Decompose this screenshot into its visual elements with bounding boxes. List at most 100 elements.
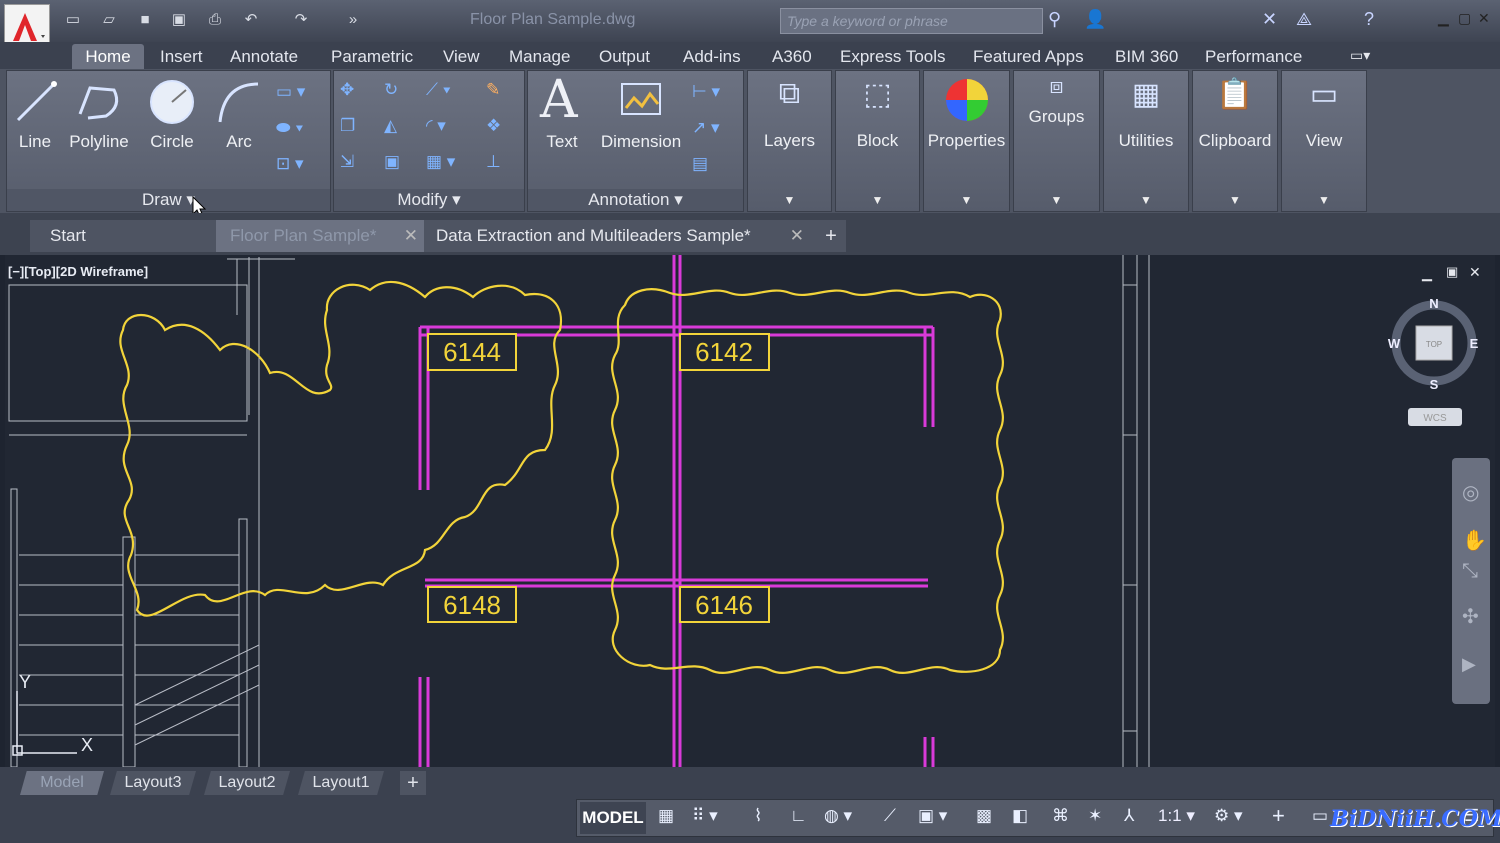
grid-icon[interactable]: ▦ [658,806,674,826]
clipboard-panel[interactable]: 📋 Clipboard ▼ [1192,70,1278,212]
line-button[interactable]: Line [10,132,60,152]
room-number-6148[interactable]: 6148 [443,590,501,620]
compass-east[interactable]: E [1470,336,1479,351]
linear-dim-icon[interactable]: ⊢ ▾ [692,82,720,102]
open-icon[interactable]: ▱ [98,10,120,30]
line-icon[interactable] [12,76,60,126]
tab-home[interactable]: Home [72,44,144,70]
object-snap-icon[interactable]: ▣ ▾ [918,806,947,826]
viewport-close-icon[interactable]: ✕ [1469,264,1481,281]
table-icon[interactable]: ▤ [692,154,708,174]
save-as-icon[interactable]: ▣ [168,10,190,30]
pan-icon[interactable]: ✋ [1462,528,1487,553]
tab-floor-plan-sample[interactable]: Floor Plan Sample* ✕ [216,220,430,252]
undo-icon[interactable]: ↶ [240,10,262,30]
block-panel[interactable]: ⬚ Block ▼ [835,70,920,212]
print-icon[interactable]: ⎙ [204,10,226,30]
compass-north[interactable]: N [1429,296,1438,311]
compass-south[interactable]: S [1430,377,1439,392]
compass-west[interactable]: W [1388,336,1401,351]
room-number-6144[interactable]: 6144 [443,337,501,367]
model-space-button[interactable]: MODEL [580,802,646,834]
tab-layout2[interactable]: Layout2 [204,771,290,795]
viewport-minimize-icon[interactable]: ▁ [1422,266,1432,282]
offset-icon[interactable]: ⊥ [486,152,501,172]
properties-panel[interactable]: Properties ▼ [923,70,1010,212]
explode-icon[interactable]: ❖ [486,116,501,136]
circle-button[interactable]: Circle [146,132,198,152]
groups-panel[interactable]: ⧈ Groups ▼ [1013,70,1100,212]
tab-layout1[interactable]: Layout1 [298,771,384,795]
save-icon[interactable]: ■ [134,10,156,30]
user-icon[interactable]: 👤 [1084,9,1106,30]
restore-icon[interactable]: ▢ [1458,10,1471,27]
tab-parametric[interactable]: Parametric [331,46,413,68]
tab-featured-apps[interactable]: Featured Apps [973,46,1084,68]
chevron-down-icon[interactable]: ▼ [924,193,1009,207]
rectangle-icon[interactable]: ▭ ▾ [276,82,305,102]
polyline-icon[interactable] [74,80,124,124]
steering-wheel-icon[interactable]: ◎ [1462,480,1479,505]
isolate-objects-icon[interactable]: ▭ [1312,806,1328,826]
utilities-panel[interactable]: ▦ Utilities ▼ [1103,70,1189,212]
hatch-icon[interactable]: ⬬ ▾ [276,118,304,138]
isodraft-icon[interactable]: ⟋ [884,806,896,826]
tab-layout3[interactable]: Layout3 [110,771,196,795]
lineweight-icon[interactable]: ▩ [976,806,992,826]
chevron-down-icon[interactable]: ▼ [748,193,831,207]
close-icon[interactable]: ✕ [790,220,804,252]
tab-annotate[interactable]: Annotate [230,46,298,68]
chevron-down-icon[interactable]: ▼ [1282,193,1366,207]
chevron-down-icon[interactable]: ▼ [836,193,919,207]
close-icon[interactable]: ✕ [404,220,418,252]
trim-icon[interactable]: ⟋ ▾ [426,80,451,100]
tab-express-tools[interactable]: Express Tools [840,46,946,68]
ortho-icon[interactable]: ∟ [790,806,807,826]
redo-icon[interactable]: ↷ [290,10,312,30]
tab-start[interactable]: Start [30,220,240,252]
ribbon-options-icon[interactable]: ▭▾ [1350,47,1370,64]
tab-data-extraction[interactable]: Data Extraction and Multileaders Sample*… [424,220,816,252]
showmotion-icon[interactable]: ▶ [1462,654,1476,675]
annotation-scale-dropdown[interactable]: 1:1 ▾ [1158,806,1195,826]
new-icon[interactable]: ▭ [62,10,84,30]
tab-view[interactable]: View [443,46,480,68]
selection-cycling-icon[interactable]: ⌘ [1052,806,1069,826]
text-icon[interactable]: A [540,70,578,130]
transparency-icon[interactable]: ◧ [1012,806,1028,826]
arc-icon[interactable] [214,78,264,126]
annotation-monitor-icon[interactable]: + [1272,803,1285,829]
chevron-down-icon[interactable]: ▼ [1104,193,1188,207]
more-icon[interactable]: » [342,10,364,30]
chevron-down-icon[interactable]: ▼ [1193,193,1277,207]
text-button[interactable]: Text [538,132,586,152]
annotation-panel-title[interactable]: Annotation ▾ [528,189,743,211]
binoculars-icon[interactable]: ⚲ [1048,9,1061,30]
new-layout-button[interactable]: + [400,771,426,795]
tab-a360[interactable]: A360 [772,46,812,68]
workspace-gear-icon[interactable]: ⚙ ▾ [1214,806,1243,826]
layers-panel[interactable]: ⧉ Layers ▼ [747,70,832,212]
viewcube[interactable]: TOP N S E W WCS [1380,290,1488,430]
exchange-icon[interactable]: ✕ [1262,9,1277,30]
infer-constraints-icon[interactable]: ⌇ [754,806,762,826]
leader-icon[interactable]: ↗ ▾ [692,118,720,138]
close-icon[interactable]: ✕ [1478,10,1490,27]
move-icon[interactable]: ✥ [340,80,354,100]
modify-panel-title[interactable]: Modify ▾ [334,189,524,211]
zoom-extents-icon[interactable]: ⤡ [1462,560,1478,583]
region-icon[interactable]: ⊡ ▾ [276,154,304,174]
circle-icon[interactable] [148,78,196,126]
stretch-icon[interactable]: ⇲ [340,152,354,172]
tab-output[interactable]: Output [599,46,650,68]
tab-add-ins[interactable]: Add-ins [683,46,741,68]
scale-icon[interactable]: ▣ [384,152,400,172]
polar-icon[interactable]: ◍ ▾ [824,806,852,826]
chevron-down-icon[interactable]: ▼ [1014,193,1099,207]
room-number-6142[interactable]: 6142 [695,337,753,367]
auto-scale-icon[interactable]: ⅄ [1124,806,1134,826]
rotate-icon[interactable]: ↻ [384,80,398,100]
search-input[interactable]: Type a keyword or phrase [780,8,1043,34]
room-number-6146[interactable]: 6146 [695,590,753,620]
minimize-icon[interactable]: ▁ [1438,10,1449,27]
